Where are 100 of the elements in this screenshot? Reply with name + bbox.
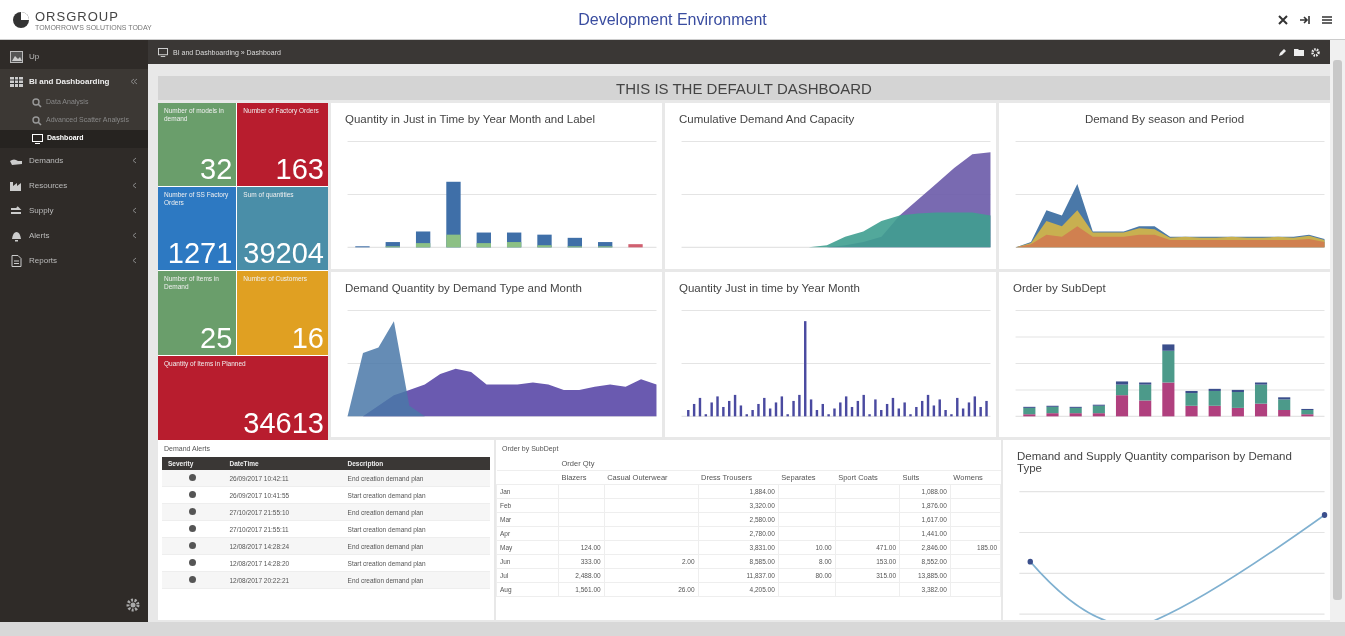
data-point — [1027, 558, 1033, 565]
monitor-icon — [158, 47, 168, 57]
bar — [903, 401, 906, 416]
bar — [698, 397, 702, 416]
bar — [856, 400, 860, 416]
sidebar-item[interactable]: Up — [0, 44, 148, 69]
folder-icon[interactable] — [1294, 47, 1304, 57]
bar — [885, 403, 889, 416]
bar — [956, 397, 959, 416]
bar-segment — [1185, 405, 1198, 416]
bar — [961, 408, 965, 416]
chart-title: Demand By season and Period — [1083, 112, 1246, 127]
bar — [757, 403, 760, 416]
bar — [821, 403, 824, 416]
severity-icon — [189, 474, 197, 481]
bar — [874, 398, 877, 416]
monitor-icon — [32, 134, 43, 144]
bar — [827, 413, 830, 416]
chevron-icon[interactable] — [131, 182, 138, 189]
bar — [880, 409, 883, 416]
data-point — [1321, 512, 1328, 518]
chart-title: Quantity Just in time by Year Month — [678, 280, 861, 296]
sidebar-item[interactable]: Alerts — [0, 223, 148, 248]
sidebar-item[interactable]: BI and Dashboarding — [0, 69, 148, 94]
bar — [891, 397, 895, 416]
bar — [973, 395, 977, 416]
gear-icon[interactable] — [1311, 47, 1320, 57]
search-icon — [32, 98, 42, 108]
chevron-icon[interactable] — [131, 78, 138, 85]
severity-icon — [189, 491, 197, 498]
bar — [739, 404, 743, 416]
bar — [763, 397, 766, 416]
sidebar-item[interactable]: Reports — [0, 248, 148, 273]
bar — [745, 413, 748, 416]
chevron-icon[interactable] — [131, 207, 138, 214]
bar — [862, 394, 865, 416]
bar — [920, 400, 924, 416]
bar — [979, 406, 982, 416]
bar — [967, 401, 971, 416]
banner-title: THIS IS THE DEFAULT DASHBOARD — [616, 79, 872, 97]
bell-icon — [10, 229, 23, 242]
bar — [815, 409, 819, 416]
kpi-value: 16 — [291, 324, 324, 353]
scrollbar[interactable] — [0, 622, 1345, 636]
logo-text: ORSGROUP — [35, 8, 120, 24]
bar — [792, 400, 795, 416]
bar — [926, 394, 930, 416]
severity-icon — [189, 508, 197, 515]
bar-segment — [507, 242, 522, 248]
scrollbar[interactable] — [1330, 40, 1345, 622]
document-icon — [10, 254, 23, 267]
bar — [932, 404, 936, 416]
severity-icon — [189, 525, 197, 532]
sidebar-item[interactable]: Supply — [0, 198, 148, 223]
settings-icon[interactable] — [126, 598, 140, 612]
kpi-value: 39204 — [243, 239, 324, 268]
menu-icon[interactable] — [1321, 13, 1333, 26]
bar — [774, 401, 778, 416]
sidebar-item[interactable]: Resources — [0, 173, 148, 198]
kpi-value: 32 — [200, 155, 233, 184]
sidebar-item[interactable]: Demands — [0, 148, 148, 173]
chevron-icon[interactable] — [131, 232, 138, 239]
chart-title: Order by SubDept — [1012, 280, 1107, 296]
chevron-icon[interactable] — [131, 157, 138, 164]
bar — [780, 395, 784, 416]
bar — [728, 400, 731, 416]
bar — [944, 409, 947, 416]
bar — [915, 406, 918, 416]
chart-title: Demand and Supply Quantity comparison by Demand Type — [1016, 449, 1293, 476]
bar — [768, 408, 772, 416]
severity-icon — [189, 576, 197, 583]
bar-segment — [476, 243, 491, 248]
login-icon[interactable] — [1299, 13, 1311, 26]
chart-title: Quantity in Just in Time by Year Month and Label — [344, 112, 596, 127]
bar — [716, 395, 719, 416]
chevron-icon[interactable] — [131, 257, 138, 264]
bar-segment — [1162, 382, 1175, 416]
chart-title: Demand Quantity by Demand Type and Month — [344, 280, 583, 296]
kpi-value: 163 — [275, 155, 324, 184]
bar — [868, 413, 871, 416]
pencil-icon[interactable] — [1278, 47, 1287, 57]
bar — [798, 394, 801, 416]
window-title: Development Environment — [577, 10, 768, 29]
bar-segment — [415, 243, 431, 248]
kpi-value: 34613 — [243, 409, 324, 438]
bar — [897, 408, 900, 416]
bar — [722, 406, 725, 416]
bar — [751, 409, 754, 416]
logo-icon — [12, 10, 30, 29]
kpi-value: 1271 — [167, 239, 233, 268]
bar — [839, 401, 842, 416]
bar — [938, 398, 941, 416]
bar — [786, 413, 789, 416]
bar — [833, 408, 836, 416]
kpi-value: 25 — [200, 324, 233, 353]
grid-icon — [10, 75, 23, 88]
bar — [809, 398, 813, 416]
factory-icon — [10, 179, 23, 192]
severity-icon — [189, 542, 197, 549]
bar — [844, 395, 848, 416]
